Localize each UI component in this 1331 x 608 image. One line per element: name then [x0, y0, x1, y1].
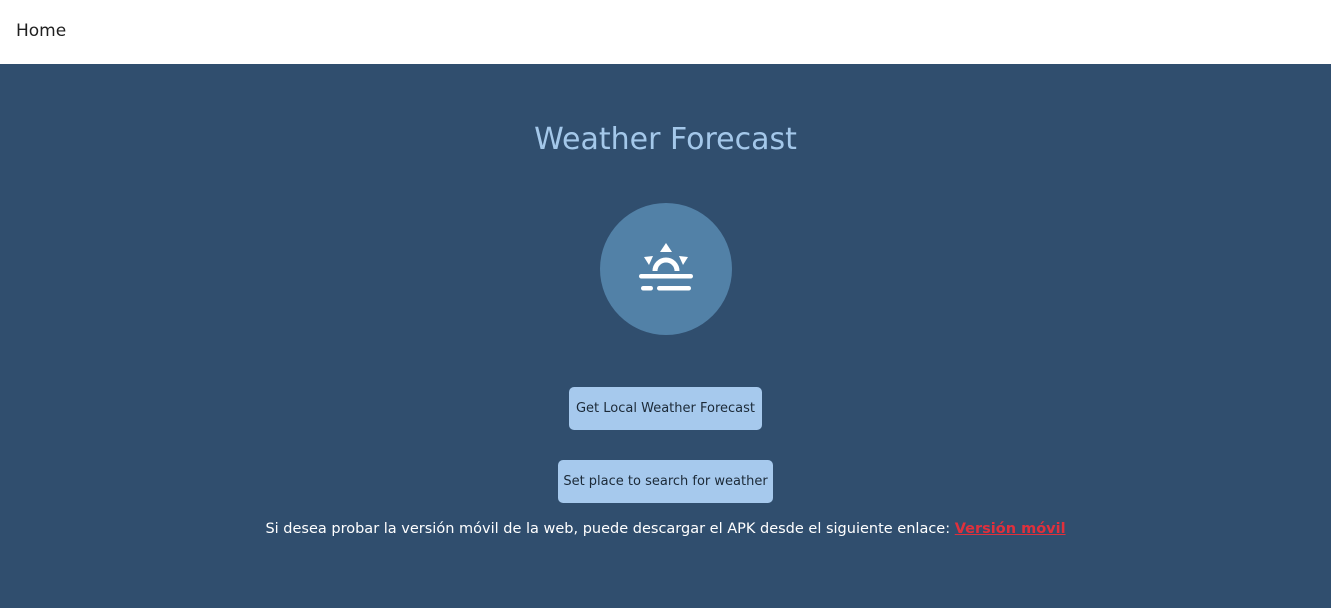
mobile-version-link[interactable]: Versión móvil	[955, 521, 1066, 537]
page-title: Weather Forecast	[534, 122, 797, 157]
set-place-button[interactable]: Set place to search for weather	[558, 460, 773, 503]
nav-home-link[interactable]: Home	[16, 21, 66, 41]
get-local-forecast-button[interactable]: Get Local Weather Forecast	[569, 387, 762, 430]
main-content: Weather Forecast Get Local Weather Forec…	[0, 64, 1331, 608]
weather-logo	[600, 203, 732, 335]
top-navbar: Home	[0, 0, 1331, 64]
apk-download-note: Si desea probar la versión móvil de la w…	[0, 521, 1331, 537]
apk-note-text: Si desea probar la versión móvil de la w…	[265, 521, 955, 537]
sun-horizon-icon	[639, 243, 693, 291]
